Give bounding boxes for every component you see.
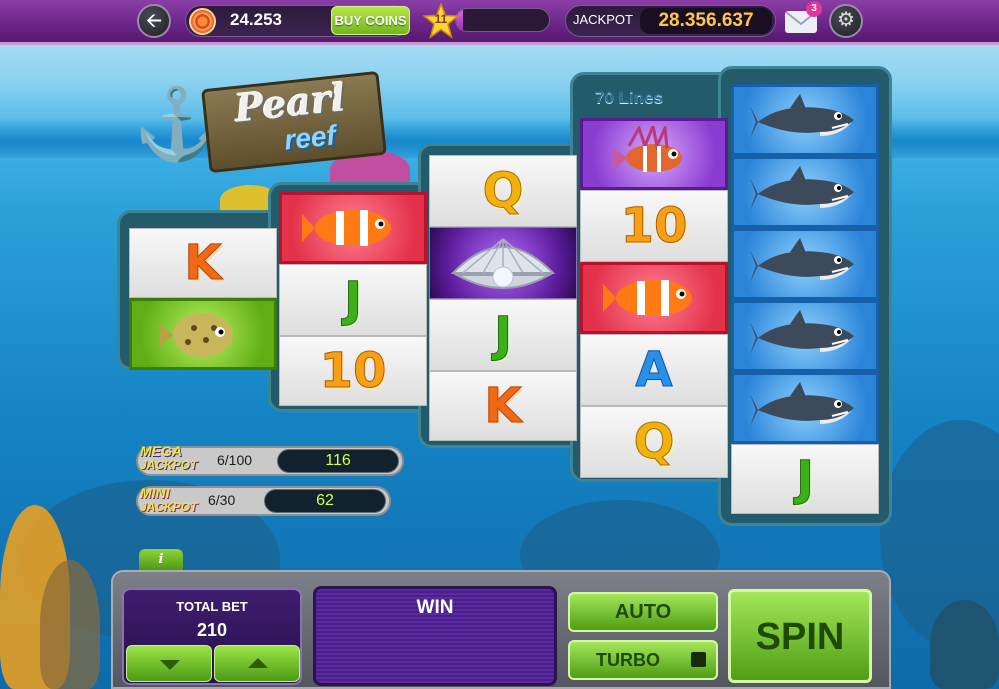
total-bet-value: 210 [196, 620, 228, 640]
spin-button[interactable]: SPIN [728, 589, 872, 683]
reel-2-symbol [279, 192, 427, 264]
symbol-k: K [184, 235, 222, 292]
symbol-10: 10 [620, 198, 688, 255]
total-bet-label: TOTAL BET [176, 599, 248, 614]
mini-jackpot-count: 6/30 [208, 492, 236, 508]
pufferfish-icon [160, 313, 233, 357]
mega-jackpot-logo-line2: JACKPOT [140, 458, 198, 472]
clownfish-icon [302, 210, 391, 246]
symbol-a: A [635, 342, 673, 399]
settings-gear-button[interactable]: ⚙ [829, 4, 863, 38]
symbol-k: K [484, 378, 522, 435]
pearl-shell-icon [450, 238, 556, 289]
coin-chip-icon [189, 8, 216, 35]
reel-3-symbol: K [429, 371, 577, 441]
decrease-bet-button[interactable] [126, 645, 212, 682]
reel-5-symbol: J [731, 444, 879, 514]
reel-5-symbol [731, 372, 879, 444]
reel-5-symbol [731, 300, 879, 372]
paylines-label: 70 Lines [595, 88, 664, 107]
shark-icon [750, 382, 854, 426]
clownfish-icon [603, 280, 692, 316]
symbol-10: 10 [319, 343, 387, 400]
symbol-q: Q [633, 414, 675, 471]
reel-3-symbol: J [429, 299, 577, 371]
reel-4-symbol: Q [580, 406, 728, 478]
reel-1-symbol: K [129, 228, 277, 298]
win-label: WIN [416, 597, 454, 618]
mega-jackpot-logo-line1: MEGA [140, 443, 182, 459]
auto-spin-button[interactable]: AUTO [568, 592, 718, 632]
coin-balance: 24.253 [230, 10, 282, 29]
reel-5-symbol [731, 156, 879, 228]
jackpot-value: 28.356.637 [640, 8, 772, 34]
mini-jackpot-value: 62 [264, 489, 386, 513]
coral-decoration [40, 560, 100, 689]
shark-icon [750, 238, 854, 282]
reel-5-symbol [731, 84, 879, 156]
lionfish-icon [613, 126, 682, 172]
turbo-checkbox[interactable] [691, 652, 706, 667]
mega-jackpot-count: 6/100 [217, 452, 253, 468]
reel-4-symbol: 10 [580, 190, 728, 262]
arrow-left-icon: 🡨 [145, 10, 163, 32]
level-number: 11 [434, 12, 448, 26]
mail-badge: 3 [806, 1, 822, 17]
increase-bet-button[interactable] [214, 645, 300, 682]
reel-4-symbol [580, 262, 728, 334]
reel-4-symbol [580, 118, 728, 190]
symbol-j: J [796, 451, 815, 508]
shark-icon [750, 94, 854, 138]
buy-coins-button[interactable]: BUY COINS [331, 6, 410, 35]
back-button[interactable]: 🡨 [137, 4, 171, 38]
jackpot-label: JACKPOT [573, 12, 633, 27]
reel-1-symbol [129, 298, 277, 370]
reel-4-symbol: A [580, 334, 728, 406]
shark-icon [750, 166, 854, 210]
coral-decoration [930, 600, 999, 689]
reel-2-symbol: 10 [279, 336, 427, 406]
triangle-up-icon [248, 658, 268, 668]
reel-5-symbol [731, 228, 879, 300]
mini-jackpot-logo-line1: MINI [140, 485, 170, 501]
symbol-j: J [494, 307, 513, 364]
symbol-q: Q [482, 163, 524, 220]
info-button[interactable]: i [139, 549, 183, 571]
mega-jackpot-logo: MEGA JACKPOT [140, 444, 197, 472]
gear-icon: ⚙ [837, 9, 855, 31]
reel-2-symbol: J [279, 264, 427, 336]
reel-3-symbol: Q [429, 155, 577, 227]
xp-progress-bar [455, 8, 550, 32]
shark-icon [750, 310, 854, 354]
symbol-j: J [344, 272, 363, 329]
mega-jackpot-value: 116 [277, 449, 399, 473]
triangle-down-icon [160, 660, 180, 670]
mini-jackpot-logo: MINI JACKPOT [140, 486, 197, 514]
mini-jackpot-logo-line2: JACKPOT [140, 500, 198, 514]
reel-3-symbol [429, 227, 577, 299]
